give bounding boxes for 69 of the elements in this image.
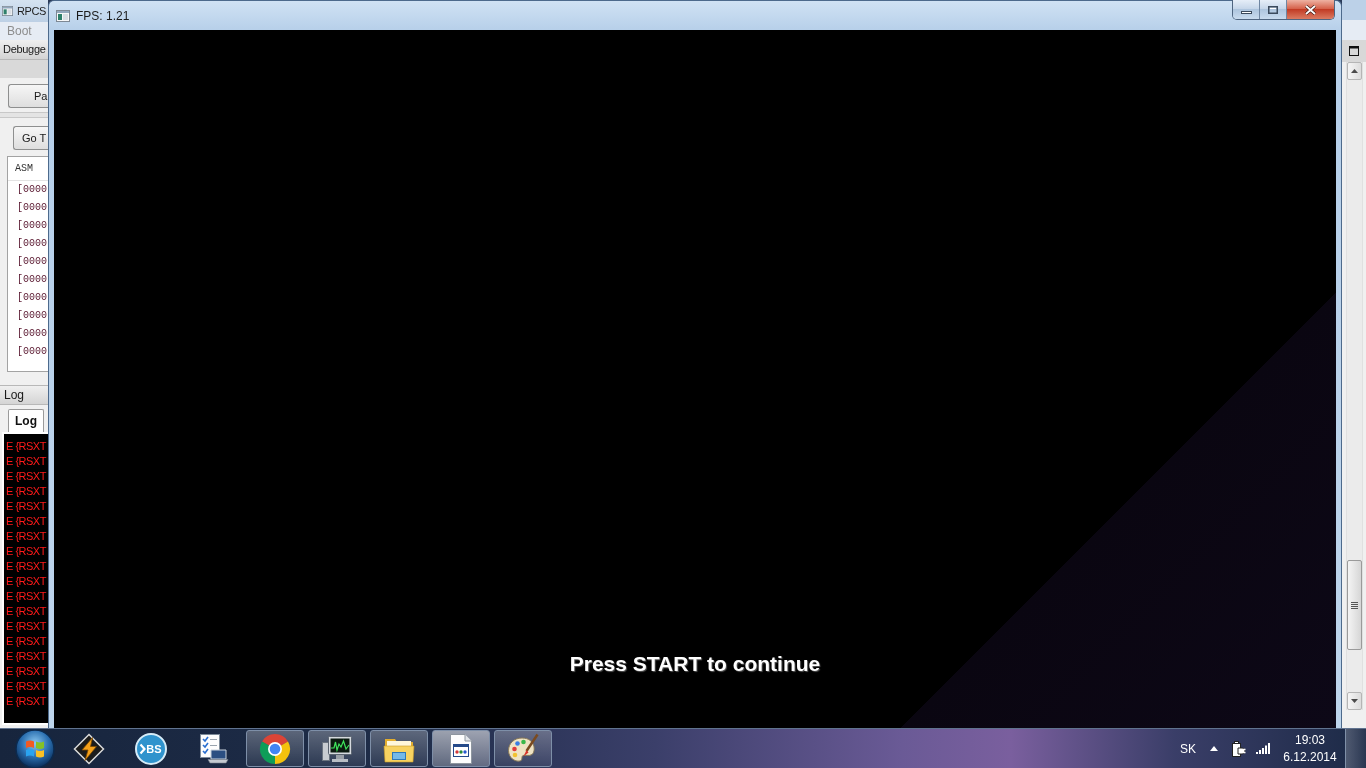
taskbar-button[interactable] [308,730,366,767]
log-line: E {RSXT [6,561,46,572]
column-header[interactable]: ASM [15,163,33,174]
signal-bars-icon[interactable] [1256,743,1270,754]
log-line: E {RSXT [6,471,46,482]
maximize-button[interactable] [1260,0,1287,19]
toolbar-button[interactable]: Pa [8,84,48,108]
minimize-button[interactable] [1233,0,1260,19]
close-button[interactable] [1287,0,1334,19]
asm-row: [0000 [17,293,47,303]
taskbar-button[interactable] [494,730,552,767]
up-arrow-icon [1350,69,1358,73]
minimize-icon [1240,11,1252,14]
language-button[interactable]: SK [1180,742,1196,755]
taskbar-button[interactable] [432,730,490,767]
app-window-icon [56,9,70,22]
log-line: E {RSXT [6,591,46,602]
log-line: E {RSXT [6,531,46,542]
lightning-icon [73,732,105,765]
window-title: RPCS [17,5,46,17]
tab[interactable]: Log [8,409,44,432]
clock-button[interactable]: 19:03 6.12.2014 [1279,731,1341,766]
go-to-button[interactable]: Go T [13,126,48,150]
show-desktop-button[interactable] [1345,728,1366,768]
up-arrow-icon [1210,746,1218,751]
log-line: E {RSXT [6,516,46,527]
game-prompt: Press START to continue [569,651,821,676]
asm-row: [0000 [17,347,47,357]
asm-row: [0000 [17,239,47,249]
log-line: E {RSXT [6,576,46,587]
grip-icon [1350,601,1358,609]
asm-row: [0000 [17,185,47,195]
taskbar-button[interactable] [370,730,428,767]
log-line: E {RSXT [6,456,46,467]
log-line: E {RSXT [6,696,46,707]
taskbar-button[interactable] [246,730,304,767]
scroll-up-button[interactable] [1346,62,1362,80]
log-line: E {RSXT [6,621,46,632]
scroll-thumb[interactable] [1346,560,1362,650]
scroll-down-button[interactable] [1346,692,1362,710]
asm-row: [0000 [17,275,47,285]
log-line: E {RSXT [6,546,46,557]
panel-title: Debugge [3,44,46,55]
asm-row: [0000 [17,203,47,213]
window-title: FPS: 1.21 [76,9,130,22]
log-line: E {RSXT [6,441,46,452]
log-line: E {RSXT [6,666,46,677]
close-icon [1305,4,1316,15]
app-window-icon [2,6,13,16]
asm-row: [0000 [17,329,47,339]
log-line: E {RSXT [6,651,46,662]
panel-title: Log [4,389,25,401]
window-pane-icon[interactable] [1349,46,1359,56]
asm-row: [0000 [17,257,47,267]
log-line: E {RSXT [6,606,46,617]
battery-plug-icon[interactable] [1232,740,1246,757]
round-logo-icon: BS [135,732,167,765]
browser-icon [259,732,291,765]
down-arrow-icon [1350,699,1358,703]
asm-row: [0000 [17,221,47,231]
log-line: E {RSXT [6,486,46,497]
log-line: E {RSXT [6,636,46,647]
log-line: E {RSXT [6,501,46,512]
flag-orb-icon [15,728,55,768]
maximize-icon [1268,5,1278,14]
paint-palette-icon [507,732,539,765]
checklist-laptop-icon [197,732,229,765]
log-line: E {RSXT [6,681,46,692]
asm-row: [0000 [17,311,47,321]
